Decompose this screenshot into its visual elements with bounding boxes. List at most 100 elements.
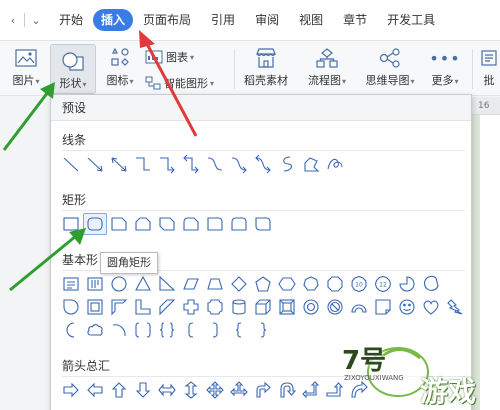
elbow-double-arrow-shape[interactable]	[179, 153, 203, 175]
curved-connector-shape[interactable]	[203, 153, 227, 175]
line-shape[interactable]	[59, 153, 83, 175]
rounded-rectangle-shape[interactable]	[83, 213, 107, 235]
vertical-text-box-shape[interactable]	[83, 273, 107, 295]
quad-arrow-shape[interactable]	[203, 379, 227, 401]
pie-shape[interactable]	[395, 273, 419, 295]
left-arrow-shape[interactable]	[83, 379, 107, 401]
teardrop-shape[interactable]	[59, 296, 83, 318]
chart-button[interactable]: 图表 ▾	[145, 49, 194, 65]
heart-shape[interactable]	[419, 296, 443, 318]
tab-insert[interactable]: 插入	[93, 9, 134, 31]
curve-shape[interactable]	[275, 153, 299, 175]
pentagon-shape[interactable]	[251, 273, 275, 295]
oval-shape[interactable]	[107, 273, 131, 295]
snip-single-corner-rectangle-shape[interactable]	[107, 213, 131, 235]
l-shape[interactable]	[131, 296, 155, 318]
can-shape[interactable]	[227, 296, 251, 318]
tab-developer[interactable]: 开发工具	[377, 9, 445, 31]
smiley-face-shape[interactable]	[395, 296, 419, 318]
triangle-shape[interactable]	[131, 273, 155, 295]
tab-home[interactable]: 开始	[49, 9, 93, 31]
dodecagon-shape[interactable]: 12	[371, 273, 395, 295]
snip-diagonal-rectangle-shape[interactable]	[155, 213, 179, 235]
picture-button[interactable]: 图片▾	[6, 41, 46, 95]
donut-shape[interactable]	[299, 296, 323, 318]
tab-chapter[interactable]: 章节	[333, 9, 377, 31]
sun-shape[interactable]	[467, 296, 471, 318]
curved-double-arrow-shape[interactable]	[251, 153, 275, 175]
elbow-arrow-connector-shape[interactable]	[155, 153, 179, 175]
arc-shape[interactable]	[107, 319, 131, 341]
chord-shape[interactable]	[419, 273, 443, 295]
more-button[interactable]: ••• 更多▾	[425, 41, 465, 95]
elbow-connector-shape[interactable]	[131, 153, 155, 175]
round-single-corner-rectangle-shape[interactable]	[203, 213, 227, 235]
trapezoid-shape[interactable]	[203, 273, 227, 295]
up-arrow-shape[interactable]	[107, 379, 131, 401]
flowchart-button[interactable]: 流程图▾	[300, 41, 354, 95]
left-up-arrow-shape[interactable]	[299, 379, 323, 401]
diagonal-stripe-shape[interactable]	[155, 296, 179, 318]
moon-shape[interactable]	[59, 319, 83, 341]
frame-shape[interactable]	[83, 296, 107, 318]
right-brace-shape[interactable]	[251, 319, 275, 341]
bevel-shape[interactable]	[275, 296, 299, 318]
folded-corner-shape[interactable]	[371, 296, 395, 318]
left-right-up-arrow-shape[interactable]	[227, 379, 251, 401]
left-right-arrow-shape[interactable]	[155, 379, 179, 401]
cross-shape[interactable]	[179, 296, 203, 318]
octagon-shape[interactable]	[323, 273, 347, 295]
freeform-shape[interactable]	[299, 153, 323, 175]
tab-references[interactable]: 引用	[201, 9, 245, 31]
snip-round-rectangle-shape[interactable]	[179, 213, 203, 235]
customize-dropdown-icon[interactable]: ⌄	[29, 14, 43, 27]
no-symbol-shape[interactable]	[323, 296, 347, 318]
rectangle-shape[interactable]	[59, 213, 83, 235]
double-brace-shape[interactable]	[155, 319, 179, 341]
icon-button[interactable]: 图标▾	[100, 41, 140, 95]
up-down-arrow-shape[interactable]	[179, 379, 203, 401]
round-same-side-rectangle-shape[interactable]	[227, 213, 251, 235]
right-bracket-shape[interactable]	[203, 319, 227, 341]
back-icon[interactable]: ‹	[6, 14, 20, 27]
block-arc-shape[interactable]	[347, 296, 371, 318]
round-diagonal-rectangle-shape[interactable]	[251, 213, 275, 235]
mindmap-button[interactable]: 思维导图▾	[358, 41, 422, 95]
store-icon	[252, 47, 280, 69]
smart-shape-button[interactable]: 智能图形 ▾	[145, 75, 214, 91]
down-arrow-shape[interactable]	[131, 379, 155, 401]
double-arrow-line-shape[interactable]	[107, 153, 131, 175]
parallelogram-shape[interactable]	[179, 273, 203, 295]
right-arrow-shape[interactable]	[59, 379, 83, 401]
heptagon-shape[interactable]	[299, 273, 323, 295]
tab-review[interactable]: 审阅	[245, 9, 289, 31]
left-brace-shape[interactable]	[227, 319, 251, 341]
plaque-shape[interactable]	[203, 296, 227, 318]
picture-icon	[12, 47, 40, 69]
bent-arrow-shape[interactable]	[251, 379, 275, 401]
diamond-shape[interactable]	[227, 273, 251, 295]
text-box-shape[interactable]	[59, 273, 83, 295]
curved-arrow-connector-shape[interactable]	[227, 153, 251, 175]
arrow-line-shape[interactable]	[83, 153, 107, 175]
half-frame-shape[interactable]	[107, 296, 131, 318]
cube-shape[interactable]	[251, 296, 275, 318]
right-triangle-shape[interactable]	[155, 273, 179, 295]
shape-button[interactable]: 形状▾	[50, 44, 96, 94]
snip-same-side-rectangle-shape[interactable]	[131, 213, 155, 235]
decagon-shape[interactable]: 10	[347, 273, 371, 295]
stock-material-button[interactable]: 稻壳素材	[240, 41, 292, 95]
batch-button[interactable]: 批	[478, 41, 500, 95]
scribble-shape[interactable]	[323, 153, 347, 175]
hexagon-shape[interactable]	[275, 273, 299, 295]
u-turn-arrow-shape[interactable]	[275, 379, 299, 401]
lightning-bolt-shape[interactable]	[443, 296, 467, 318]
tab-view[interactable]: 视图	[289, 9, 333, 31]
left-bracket-shape[interactable]	[179, 319, 203, 341]
cloud-shape[interactable]	[83, 319, 107, 341]
double-bracket-shape[interactable]	[131, 319, 155, 341]
divider	[62, 210, 465, 211]
rounded-rectangle-tooltip: 圆角矩形	[100, 252, 158, 274]
ruler-number: 16	[478, 101, 490, 111]
tab-page-layout[interactable]: 页面布局	[133, 9, 201, 31]
